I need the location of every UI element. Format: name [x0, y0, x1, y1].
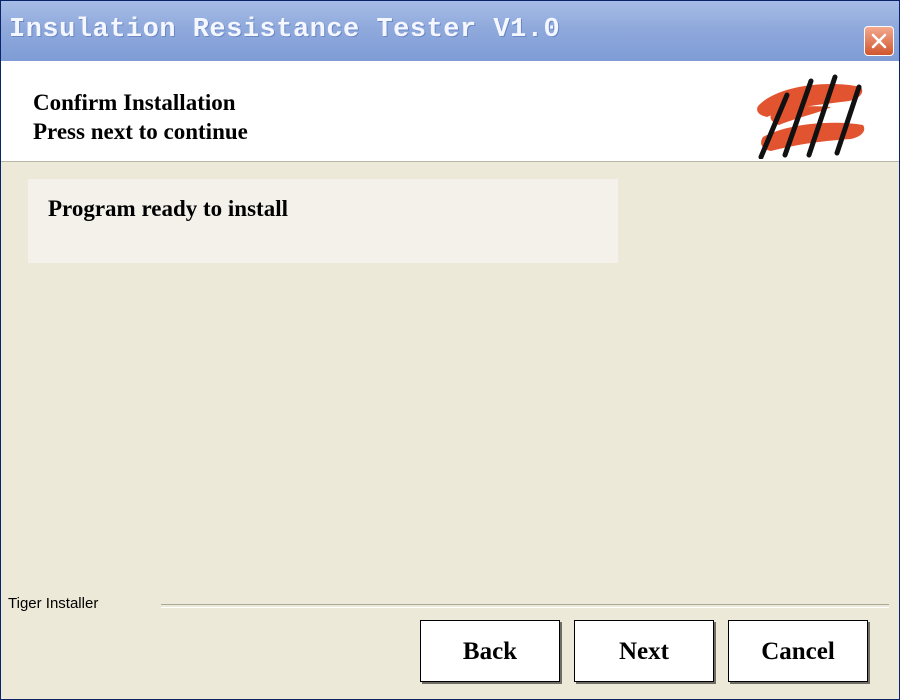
status-panel: Program ready to install [28, 179, 618, 263]
page-title: Confirm Installation [33, 90, 236, 115]
close-button[interactable] [864, 26, 894, 56]
window-title: Insulation Resistance Tester V1.0 [9, 15, 561, 45]
red-hatched-logo-icon [757, 74, 865, 159]
footer-divider [161, 604, 889, 608]
close-icon [871, 33, 887, 49]
installer-window: Insulation Resistance Tester V1.0 Confir… [0, 0, 900, 700]
back-button[interactable]: Back [420, 620, 560, 682]
cancel-button[interactable]: Cancel [728, 620, 868, 682]
status-message: Program ready to install [48, 196, 288, 221]
next-button[interactable]: Next [574, 620, 714, 682]
installer-brand-label: Tiger Installer [8, 595, 99, 612]
header-panel: Confirm Installation Press next to conti… [1, 61, 899, 162]
page-subtitle: Press next to continue [33, 119, 248, 144]
title-bar[interactable]: Insulation Resistance Tester V1.0 [1, 1, 899, 61]
